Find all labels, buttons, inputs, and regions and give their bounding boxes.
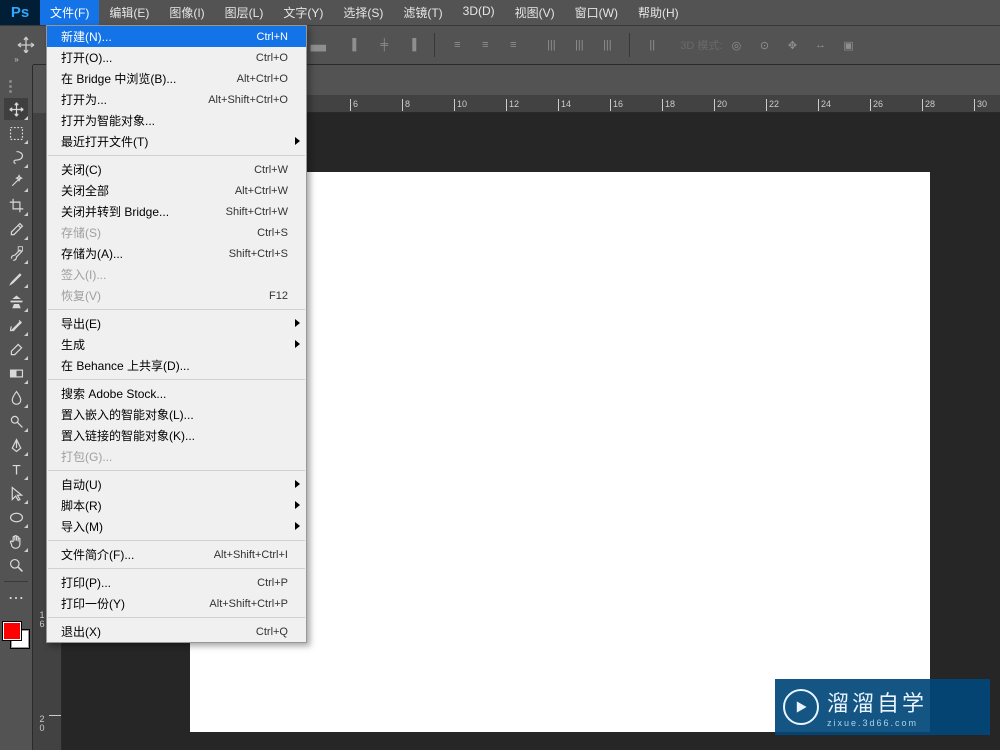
align-right-icon[interactable]: ▐ — [401, 34, 423, 56]
file-menu-item-4[interactable]: 打开为智能对象... — [47, 110, 306, 131]
edit-toolbar[interactable]: ⋯ — [4, 587, 28, 609]
file-menu-item-26[interactable]: 导入(M) — [47, 516, 306, 537]
move-tool-icon — [16, 35, 36, 55]
file-menu-item-13: 恢复(V)F12 — [47, 285, 306, 306]
distribute-4-icon[interactable]: ||| — [540, 34, 562, 56]
tool-panel-expander[interactable]: » — [0, 53, 33, 65]
blur-tool[interactable] — [4, 386, 28, 408]
file-menu-item-24[interactable]: 自动(U) — [47, 474, 306, 495]
brush-tool[interactable] — [4, 266, 28, 288]
eraser-tool[interactable] — [4, 338, 28, 360]
file-menu-item-25[interactable]: 脚本(R) — [47, 495, 306, 516]
menu-bar: Ps 文件(F)编辑(E)图像(I)图层(L)文字(Y)选择(S)滤镜(T)3D… — [0, 0, 1000, 25]
menu-10[interactable]: 帮助(H) — [628, 0, 689, 25]
menu-2[interactable]: 图像(I) — [159, 0, 214, 25]
file-menu-item-33[interactable]: 退出(X)Ctrl+Q — [47, 621, 306, 642]
distribute-spacing-icon[interactable]: || — [641, 34, 663, 56]
menu-1[interactable]: 编辑(E) — [99, 0, 159, 25]
distribute-5-icon[interactable]: ||| — [568, 34, 590, 56]
file-menu-item-22: 打包(G)... — [47, 446, 306, 467]
pen-tool[interactable] — [4, 434, 28, 456]
menu-7[interactable]: 3D(D) — [453, 0, 505, 25]
3d-pan-icon[interactable]: ✥ — [781, 34, 803, 56]
shape-tool[interactable] — [4, 506, 28, 528]
file-menu-item-8[interactable]: 关闭全部Alt+Ctrl+W — [47, 180, 306, 201]
marquee-tool[interactable] — [4, 122, 28, 144]
menu-0[interactable]: 文件(F) — [40, 0, 99, 25]
file-menu-item-2[interactable]: 在 Bridge 中浏览(B)...Alt+Ctrl+O — [47, 68, 306, 89]
menu-5[interactable]: 选择(S) — [333, 0, 393, 25]
eyedropper-tool[interactable] — [4, 218, 28, 240]
3d-orbit-icon[interactable]: ◎ — [725, 34, 747, 56]
file-menu-item-30[interactable]: 打印(P)...Ctrl+P — [47, 572, 306, 593]
menu-3[interactable]: 图层(L) — [215, 0, 274, 25]
file-menu-item-7[interactable]: 关闭(C)Ctrl+W — [47, 159, 306, 180]
file-menu-item-1[interactable]: 打开(O)...Ctrl+O — [47, 47, 306, 68]
file-menu-item-31[interactable]: 打印一份(Y)Alt+Shift+Ctrl+P — [47, 593, 306, 614]
menu-6[interactable]: 滤镜(T) — [393, 0, 452, 25]
file-menu-item-5[interactable]: 最近打开文件(T) — [47, 131, 306, 152]
clone-stamp-tool[interactable] — [4, 290, 28, 312]
3d-zoom-icon[interactable]: ▣ — [837, 34, 859, 56]
align-left-icon[interactable]: ▌ — [345, 34, 367, 56]
distribute-2-icon[interactable]: ≡ — [474, 34, 496, 56]
file-menu-item-16[interactable]: 生成 — [47, 334, 306, 355]
magic-wand-tool[interactable] — [4, 170, 28, 192]
file-menu-item-11[interactable]: 存储为(A)...Shift+Ctrl+S — [47, 243, 306, 264]
watermark: 溜溜自学 zixue.3d66.com — [775, 679, 990, 735]
app-logo: Ps — [0, 0, 40, 25]
file-menu-item-17[interactable]: 在 Behance 上共享(D)... — [47, 355, 306, 376]
watermark-title: 溜溜自学 — [827, 686, 927, 718]
path-selection-tool[interactable] — [4, 482, 28, 504]
file-menu-item-28[interactable]: 文件简介(F)...Alt+Shift+Ctrl+I — [47, 544, 306, 565]
file-menu-item-12: 签入(I)... — [47, 264, 306, 285]
type-tool[interactable]: T — [4, 458, 28, 480]
play-icon — [783, 689, 819, 725]
color-swatches[interactable] — [1, 620, 31, 654]
file-menu-item-15[interactable]: 导出(E) — [47, 313, 306, 334]
move-tool[interactable] — [4, 98, 28, 120]
distribute-1-icon[interactable]: ≡ — [446, 34, 468, 56]
zoom-tool[interactable] — [4, 554, 28, 576]
3d-slide-icon[interactable]: ↔ — [809, 34, 831, 56]
foreground-color[interactable] — [3, 622, 21, 640]
menu-4[interactable]: 文字(Y) — [273, 0, 333, 25]
gradient-tool[interactable] — [4, 362, 28, 384]
hand-tool[interactable] — [4, 530, 28, 552]
file-menu-item-21[interactable]: 置入链接的智能对象(K)... — [47, 425, 306, 446]
menu-9[interactable]: 窗口(W) — [565, 0, 628, 25]
align-bottom-icon[interactable]: ▄▄ — [307, 34, 329, 56]
file-menu-item-9[interactable]: 关闭并转到 Bridge...Shift+Ctrl+W — [47, 201, 306, 222]
history-brush-tool[interactable] — [4, 314, 28, 336]
distribute-6-icon[interactable]: ||| — [596, 34, 618, 56]
file-menu-dropdown: 新建(N)...Ctrl+N打开(O)...Ctrl+O在 Bridge 中浏览… — [46, 25, 307, 643]
healing-brush-tool[interactable] — [4, 242, 28, 264]
watermark-sub: zixue.3d66.com — [827, 718, 927, 728]
file-menu-item-19[interactable]: 搜索 Adobe Stock... — [47, 383, 306, 404]
file-menu-item-0[interactable]: 新建(N)...Ctrl+N — [47, 26, 306, 47]
file-menu-item-10: 存储(S)Ctrl+S — [47, 222, 306, 243]
3d-roll-icon[interactable]: ⊙ — [753, 34, 775, 56]
tool-panel: » T ⋯ — [0, 65, 33, 750]
distribute-3-icon[interactable]: ≡ — [502, 34, 524, 56]
menu-8[interactable]: 视图(V) — [505, 0, 565, 25]
dodge-tool[interactable] — [4, 410, 28, 432]
align-hcenter-icon[interactable]: ╪ — [373, 34, 395, 56]
lasso-tool[interactable] — [4, 146, 28, 168]
file-menu-item-20[interactable]: 置入嵌入的智能对象(L)... — [47, 404, 306, 425]
file-menu-item-3[interactable]: 打开为...Alt+Shift+Ctrl+O — [47, 89, 306, 110]
3d-mode-label: 3D 模式: — [680, 37, 722, 53]
crop-tool[interactable] — [4, 194, 28, 216]
svg-text:T: T — [12, 462, 20, 477]
